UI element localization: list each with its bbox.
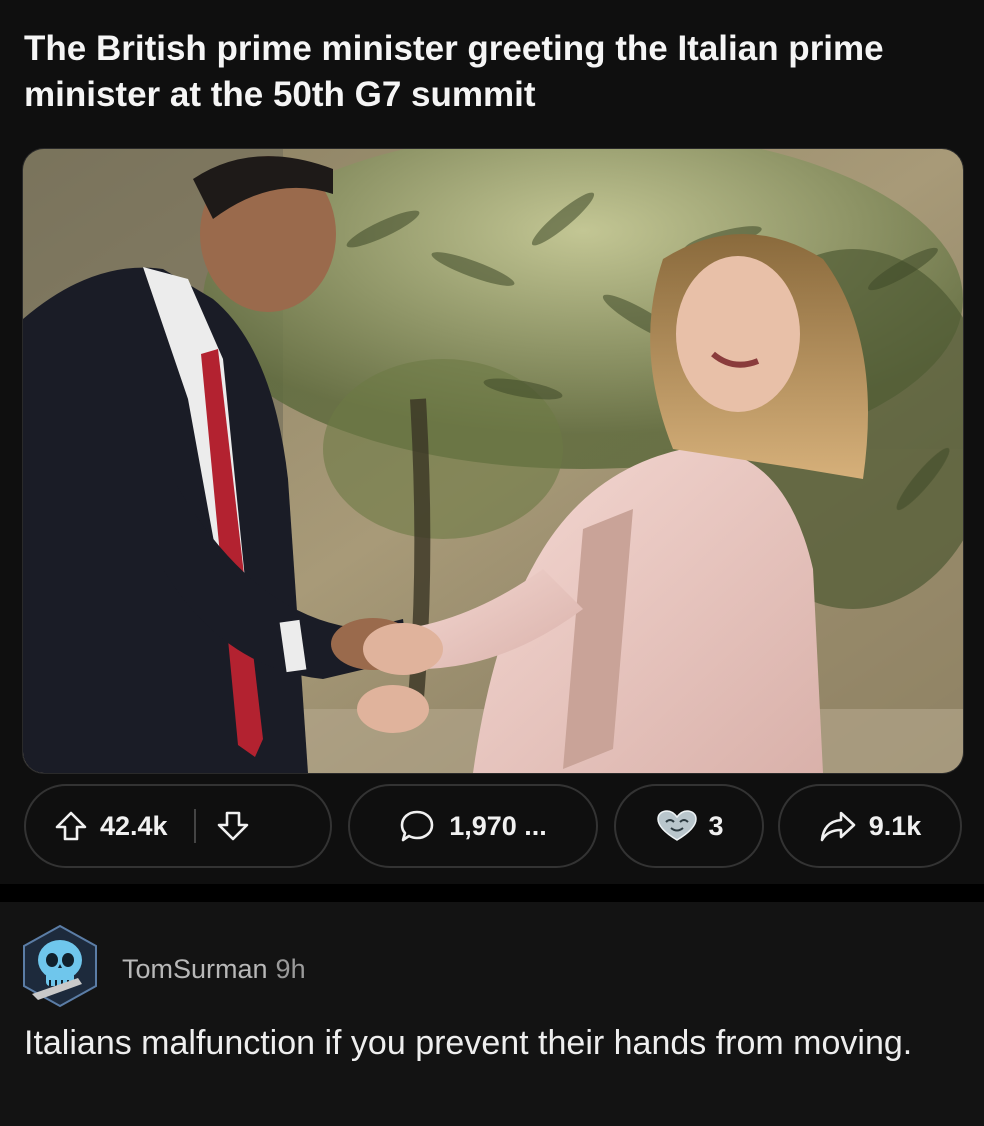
- vote-count: 42.4k: [100, 810, 168, 841]
- comment: TomSurman 9h Italians malfunction if you …: [0, 902, 984, 1126]
- award-count: 3: [708, 810, 724, 841]
- comment-body: Italians malfunction if you prevent thei…: [24, 1024, 913, 1062]
- share-count: 9.1k: [868, 810, 922, 841]
- comment-time: 9h: [275, 954, 306, 984]
- vote-pill: 42.4k: [24, 784, 332, 868]
- post-image[interactable]: [22, 148, 964, 774]
- post-actions-bar: 42.4k 1,970 ... 3 9.1k: [0, 784, 984, 874]
- vote-divider: [193, 809, 196, 843]
- comment-icon: [399, 809, 435, 843]
- post-card: The British prime minister greeting the …: [0, 0, 984, 884]
- heart-award-icon: [654, 809, 700, 843]
- post-title[interactable]: The British prime minister greeting the …: [24, 26, 944, 118]
- share-icon: [819, 809, 857, 843]
- comment-count: 1,970 ...: [449, 810, 547, 841]
- comments-button[interactable]: 1,970 ...: [348, 784, 598, 868]
- comment-meta: TomSurman 9h: [122, 954, 306, 985]
- section-divider: [0, 884, 984, 902]
- awards-button[interactable]: 3: [614, 784, 764, 868]
- downvote-icon[interactable]: [216, 809, 250, 843]
- upvote-icon[interactable]: [54, 809, 88, 843]
- skull-avatar-icon[interactable]: [18, 924, 102, 1008]
- comment-username[interactable]: TomSurman: [122, 954, 268, 984]
- photo-illustration: [23, 149, 963, 773]
- share-button[interactable]: 9.1k: [778, 784, 962, 868]
